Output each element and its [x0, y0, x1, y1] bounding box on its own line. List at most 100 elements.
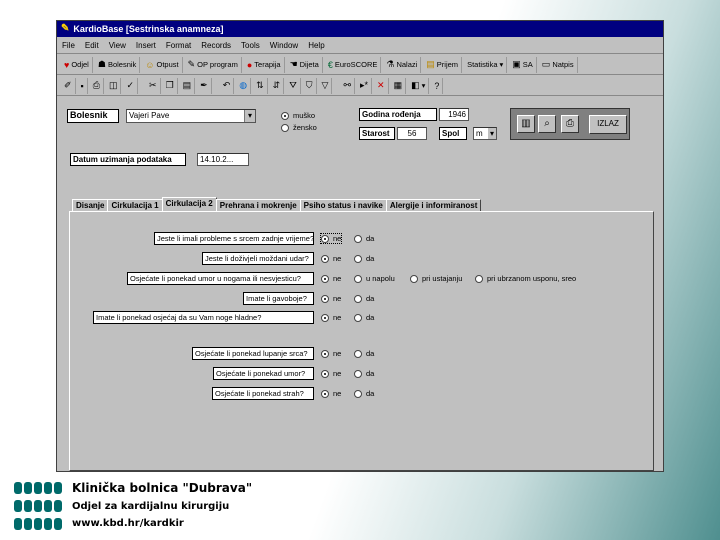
menu-records[interactable]: Records: [200, 41, 232, 50]
q2-yes-radio[interactable]: da: [354, 254, 374, 263]
menu-tools[interactable]: Tools: [240, 41, 261, 50]
toolbar-statistika-button[interactable]: Statistika ▾: [464, 56, 508, 73]
chevron-down-icon[interactable]: ▾: [488, 128, 496, 139]
radio-button[interactable]: [354, 389, 362, 398]
q3-opt4-radio[interactable]: pri ubrzanom usponu, sreo: [475, 274, 576, 283]
apply-filter-button[interactable]: ▽: [319, 77, 333, 94]
radio-button[interactable]: [410, 274, 418, 283]
radio-button[interactable]: [321, 389, 329, 398]
spelling-button[interactable]: ✓: [123, 77, 139, 94]
gender-male-radio[interactable]: muško: [281, 111, 315, 120]
toolbar-op-program-button[interactable]: ✎ OP program: [185, 56, 242, 73]
toolbar-bolesnik-button[interactable]: ☗ Bolesnik: [95, 56, 141, 73]
q8-yes-radio[interactable]: da: [354, 389, 374, 398]
undo-button[interactable]: ↶: [220, 77, 235, 94]
filter-form-button[interactable]: ⛉: [303, 77, 317, 94]
radio-button[interactable]: [321, 369, 329, 378]
menu-format[interactable]: Format: [165, 41, 192, 50]
radio-button[interactable]: [321, 349, 329, 358]
q5-no-radio[interactable]: ne: [321, 313, 341, 322]
menu-edit[interactable]: Edit: [84, 41, 100, 50]
radio-button[interactable]: [354, 254, 362, 263]
menu-file[interactable]: File: [61, 41, 76, 50]
radio-button[interactable]: [354, 349, 362, 358]
toolbar-natpis-button[interactable]: ▭ Natpis: [539, 56, 578, 73]
binoculars-icon: ⚯: [343, 80, 351, 90]
paste-button[interactable]: ▤: [180, 77, 196, 94]
radio-button[interactable]: [321, 294, 329, 303]
radio-button[interactable]: [281, 123, 289, 132]
sort-asc-button[interactable]: ⇅: [253, 77, 268, 94]
radio-button[interactable]: [321, 254, 329, 263]
birth-year-field[interactable]: 1946: [439, 108, 469, 121]
q3-no-radio[interactable]: ne: [321, 274, 341, 283]
toolbar-odjel-button[interactable]: ♥ Odjel: [61, 56, 93, 73]
q5-yes-radio[interactable]: da: [354, 313, 374, 322]
cut-button[interactable]: ✂: [146, 77, 161, 94]
q6-no-radio[interactable]: ne: [321, 349, 341, 358]
q8-no-radio[interactable]: ne: [321, 389, 341, 398]
radio-button[interactable]: [281, 111, 289, 120]
q2-no-radio[interactable]: ne: [321, 254, 341, 263]
gender-female-radio[interactable]: žensko: [281, 123, 317, 132]
toolbar-prijem-button[interactable]: ▤ Prijem: [423, 56, 463, 73]
website-url: www.kbd.hr/kardkir: [72, 518, 184, 529]
radio-button[interactable]: [354, 274, 362, 283]
age-field[interactable]: 56: [397, 127, 427, 140]
radio-button[interactable]: [321, 274, 329, 283]
q4-no-radio[interactable]: ne: [321, 294, 341, 303]
delete-button[interactable]: ▥: [517, 115, 535, 133]
search-button[interactable]: ⌕: [538, 115, 556, 133]
radio-button[interactable]: [354, 234, 362, 243]
format-painter-button[interactable]: ✒: [197, 77, 212, 94]
filter-form-icon: ⛉: [305, 80, 313, 90]
q3-opt3-radio[interactable]: pri ustajanju: [410, 274, 462, 283]
menu-insert[interactable]: Insert: [135, 41, 157, 50]
tab-cirkulacija-2[interactable]: Cirkulacija 2: [161, 197, 217, 212]
print-record-button[interactable]: ⎙: [561, 115, 579, 133]
radio-button[interactable]: [354, 294, 362, 303]
question-label: Imate li gavoboje?: [243, 292, 314, 305]
chevron-down-icon[interactable]: ▾: [244, 110, 255, 122]
toolbar-sa-button[interactable]: ▣ SA: [509, 56, 537, 73]
help-button[interactable]: ?: [431, 77, 444, 94]
sex-combobox[interactable]: m ▾: [473, 127, 497, 140]
menu-window[interactable]: Window: [269, 41, 299, 50]
exit-button[interactable]: IZLAZ: [589, 115, 627, 134]
radio-button[interactable]: [354, 369, 362, 378]
toolbar-otpust-button[interactable]: ☺ Otpust: [142, 56, 183, 73]
date-field[interactable]: 14.10.2...: [197, 153, 249, 166]
filter-selection-button[interactable]: ⛛: [286, 77, 301, 94]
radio-button[interactable]: [321, 234, 329, 243]
preview-button[interactable]: ◫: [106, 77, 122, 94]
delete-record-button[interactable]: ✕: [374, 77, 389, 94]
print-button[interactable]: ⎙: [90, 77, 104, 94]
toolbar-nalazi-button[interactable]: ⚗ Nalazi: [383, 56, 422, 73]
radio-button[interactable]: [354, 313, 362, 322]
q7-no-radio[interactable]: ne: [321, 369, 341, 378]
design-view-button[interactable]: ✐: [61, 77, 76, 94]
new-record-button[interactable]: ▸*: [357, 77, 373, 94]
menu-help[interactable]: Help: [307, 41, 325, 50]
toolbar-dijeta-button[interactable]: ☚ Dijeta: [287, 56, 323, 73]
new-object-button[interactable]: ◧ ▾: [408, 77, 430, 94]
find-button[interactable]: ⚯: [340, 77, 355, 94]
toolbar-euroscore-button[interactable]: € EuroSCORE: [325, 56, 382, 73]
sort-desc-button[interactable]: ⇵: [270, 77, 285, 94]
link-button[interactable]: ◍: [236, 77, 252, 94]
q3-opt2-radio[interactable]: u napolu: [354, 274, 395, 283]
q7-yes-radio[interactable]: da: [354, 369, 374, 378]
radio-button[interactable]: [321, 313, 329, 322]
patient-name-combobox[interactable]: Vajeri Pave ▾: [126, 109, 256, 123]
radio-button[interactable]: [475, 274, 483, 283]
toolbar-terapija-button[interactable]: ● Terapija: [244, 56, 285, 73]
save-button[interactable]: ▪: [78, 77, 88, 94]
database-window-button[interactable]: ▦: [391, 77, 407, 94]
q4-yes-radio[interactable]: da: [354, 294, 374, 303]
menu-view[interactable]: View: [108, 41, 127, 50]
q1-no-radio[interactable]: ne: [319, 233, 343, 244]
q1-yes-radio[interactable]: da: [354, 234, 374, 243]
q6-yes-radio[interactable]: da: [354, 349, 374, 358]
copy-button[interactable]: ❐: [163, 77, 178, 94]
option-label: pri ubrzanom usponu, sreo: [487, 274, 577, 283]
